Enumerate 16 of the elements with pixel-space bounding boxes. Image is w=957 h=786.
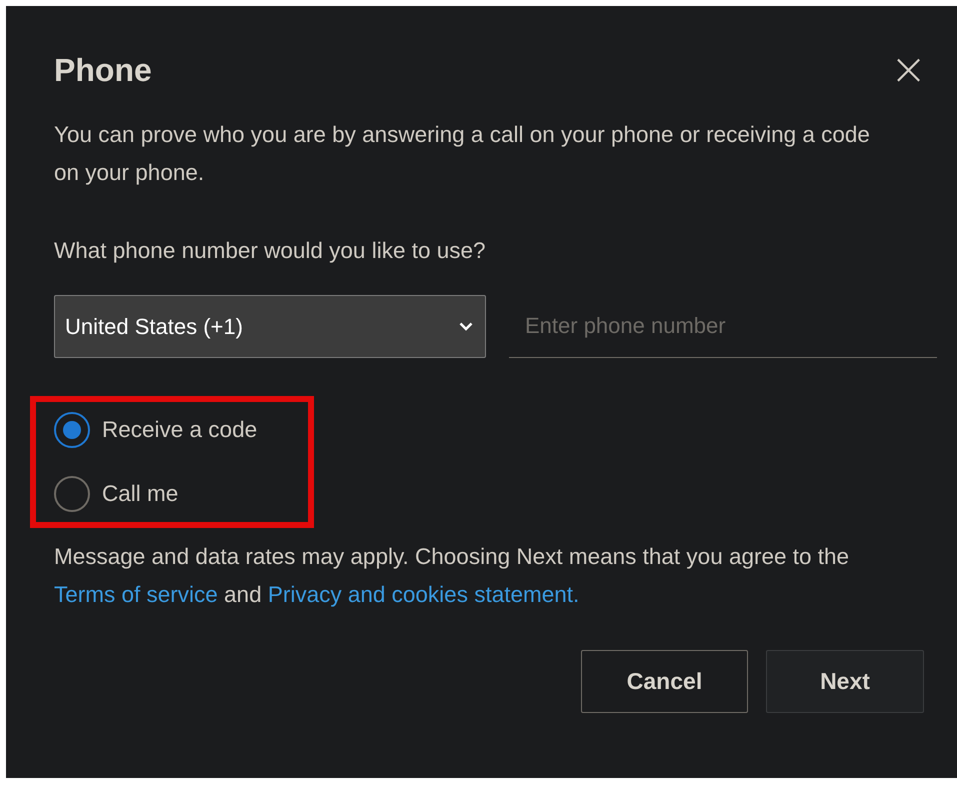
legal-text: Message and data rates may apply. Choosing Next means that you agree to the Terms of service and Privacy and cookies statement. bbox=[54, 543, 850, 609]
radio-option[interactable]: Receive a code bbox=[54, 412, 308, 448]
country-select[interactable]: United States (+1) bbox=[54, 295, 486, 358]
cancel-button[interactable]: Cancel bbox=[581, 650, 748, 713]
question-text: What phone number would you like to use? bbox=[54, 237, 487, 265]
chevron-icon bbox=[459, 322, 473, 331]
link[interactable]: Terms of service bbox=[54, 582, 218, 607]
dialog-title: Phone bbox=[54, 52, 152, 88]
phone-input-field[interactable]: Enter phone number bbox=[509, 295, 937, 358]
intro-text: You can prove who you are by answering a call on your phone or receiving a code on your phone. bbox=[54, 121, 871, 187]
radio-button[interactable] bbox=[54, 476, 90, 512]
radio-button[interactable] bbox=[54, 412, 90, 448]
close-button[interactable]: × bbox=[890, 48, 937, 92]
radio-option[interactable]: Call me bbox=[54, 476, 308, 512]
link[interactable]: Privacy and cookies statement. bbox=[268, 582, 580, 607]
next-button[interactable]: Next bbox=[766, 650, 924, 713]
